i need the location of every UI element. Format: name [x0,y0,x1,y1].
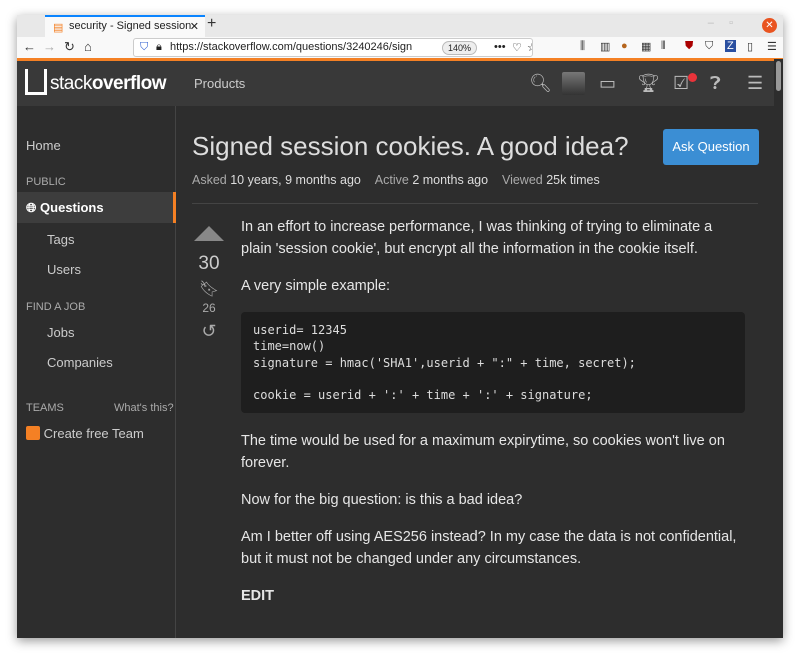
page-title[interactable]: Signed session cookies. A good idea? [192,131,629,162]
tab-title: security - Signed session [69,20,192,32]
site-switcher-icon[interactable]: ☰ [747,73,763,94]
scrollbar-thumb[interactable] [776,61,781,91]
review-icon[interactable]: ☑ [673,73,689,94]
section-public: PUBLIC [26,176,66,188]
upvote-icon[interactable] [194,226,224,241]
zotero-icon[interactable]: Z [725,40,736,52]
logo-text-bold: overflow [91,73,167,94]
vote-cell: 30 🔖︎ 26 ↺ [192,226,226,342]
shield-icon: ⛉ [140,41,149,53]
trophy-icon[interactable]: 🏆︎ [637,73,660,94]
paragraph: In an effort to increase performance, I … [241,219,713,257]
divider [192,203,758,204]
viewed-label: Viewed [501,173,543,187]
sidebar-item-users[interactable]: Users [47,262,81,277]
browser-window: ▤ security - Signed session ✕ + – ▫ ✕ ← → … [17,15,783,638]
site-header: stackoverflow Products 🔍︎ ▭ 🏆︎ ☑ ❓︎ ☰ [17,61,783,106]
grid-icon[interactable]: ▦ [641,40,651,53]
bookmark-icon[interactable]: 🔖︎ [192,279,226,299]
ask-question-button[interactable]: Ask Question [663,129,759,165]
paragraph: Am I better off using AES256 instead? In… [241,529,737,568]
new-tab-button[interactable]: + [207,15,216,33]
browser-tab[interactable]: ▤ security - Signed session ✕ [45,15,205,37]
minimize-icon[interactable]: – ▫ [708,17,733,29]
bookmark-count: 26 [202,301,216,315]
reload-icon[interactable]: ↻ [64,39,75,55]
create-team-label: Create free Team [43,426,144,441]
logo-text: stack [50,73,92,94]
section-teams: TEAMS [26,402,64,414]
questions-label: Questions [40,200,104,215]
home-icon[interactable]: ⌂ [84,39,92,54]
questions-link[interactable]: 🌐︎ Questions [26,200,104,216]
products-link[interactable]: Products [194,76,245,91]
left-sidebar: Home PUBLIC 🌐︎ Questions Tags Users FIND… [17,106,176,638]
active-value[interactable]: 2 months ago [412,173,488,187]
sidebar-item-home[interactable]: Home [26,138,61,153]
scrollbar[interactable] [774,59,783,638]
clipboard-icon[interactable]: ▯ [747,40,753,53]
asked-value: 10 years, 9 months ago [230,173,361,187]
extension-icon[interactable]: ● [621,40,628,52]
stackoverflow-favicon: ▤ [53,22,64,34]
team-icon [26,426,40,440]
question-body: In an effort to increase performance, I … [241,216,745,622]
pocket-icon[interactable]: ♡ [512,41,522,54]
tab-bar: ▤ security - Signed session ✕ + – ▫ ✕ [17,15,783,37]
close-tab-icon[interactable]: ✕ [190,20,199,33]
search-icon[interactable]: 🔍︎ [529,73,552,94]
inbox-icon[interactable]: ▭ [599,73,616,94]
history-icon[interactable]: ↺ [192,321,226,342]
viewed-value: 25k times [546,173,600,187]
paragraph: The time would be used for a maximum exp… [241,433,725,472]
forward-icon[interactable]: → [43,39,56,54]
zoom-level[interactable]: 140% [442,41,478,55]
help-icon[interactable]: ❓︎ [710,73,721,94]
nav-bar: ← → ↻ ⌂ ⛉ 🔒︎ https://stackoverflow.com/que… [17,37,783,58]
active-label: Active [374,173,409,187]
section-find-a-job: FIND A JOB [26,301,86,313]
sidebar-item-companies[interactable]: Companies [47,355,113,370]
create-team-link[interactable]: Create free Team [26,426,144,441]
url-text: https://stackoverflow.com/questions/3240… [170,41,413,53]
avatar[interactable] [562,72,585,95]
ruler-icon[interactable]: ⫴ [661,40,666,53]
stackoverflow-logo[interactable]: stackoverflow [25,69,166,95]
sidebar-item-tags[interactable]: Tags [47,232,74,247]
sidebar-icon[interactable]: ▥ [600,40,610,53]
sidebar-item-jobs[interactable]: Jobs [47,325,74,340]
vote-count: 30 [198,253,220,274]
whats-this-link[interactable]: What's this? [114,402,174,414]
library-icon[interactable]: ⫼ [580,40,585,53]
notification-badge [688,73,697,82]
url-bar[interactable]: ⛉ 🔒︎ https://stackoverflow.com/questions/3… [133,38,533,57]
lock-icon: 🔒︎ [156,41,162,53]
more-icon[interactable]: ••• [494,41,506,53]
window-close-button[interactable]: ✕ [762,18,777,33]
logo-icon [25,69,47,95]
ublock-icon[interactable]: ⛊ [685,40,693,53]
asked-label: Asked [192,173,227,187]
paragraph: Now for the big question: is this a bad … [241,492,523,509]
star-icon[interactable]: ☆ [527,41,532,54]
menu-icon[interactable]: ☰ [767,40,777,53]
question-meta: Asked 10 years, 9 months ago Active 2 mo… [192,173,600,187]
back-icon[interactable]: ← [23,39,36,54]
globe-icon: 🌐︎ [26,200,37,215]
paragraph: A very simple example: [241,278,391,294]
edit-heading: EDIT [241,588,275,605]
code-block: userid= 12345 time=now() signature = hma… [241,312,745,414]
privacy-icon[interactable]: ⛉ [705,40,713,53]
